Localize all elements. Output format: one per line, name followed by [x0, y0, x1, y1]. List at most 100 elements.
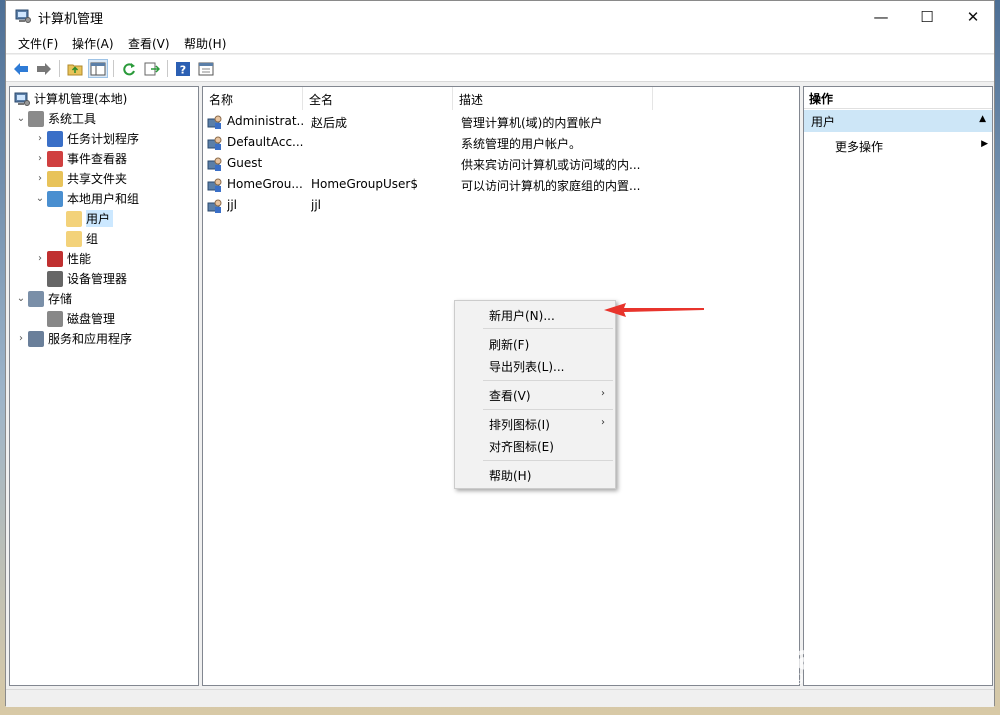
tree-item[interactable]: 磁盘管理: [33, 309, 115, 328]
tree-item[interactable]: › 事件查看器: [33, 149, 127, 168]
toolbar: ?: [6, 55, 994, 82]
tree-item[interactable]: 用户: [52, 209, 114, 228]
tree-item[interactable]: › 共享文件夹: [33, 169, 127, 188]
minimize-button[interactable]: —: [858, 1, 904, 32]
forward-button[interactable]: [34, 59, 54, 78]
help-button[interactable]: ?: [173, 59, 193, 78]
expanded-chevron-icon[interactable]: ⌄: [14, 293, 28, 304]
column-header-name[interactable]: 名称: [203, 87, 303, 110]
collapsed-chevron-icon[interactable]: ›: [14, 333, 28, 344]
tree-item-label: 本地用户和组: [67, 192, 140, 206]
menu-new-user[interactable]: 新用户(N)...: [489, 307, 555, 324]
up-level-button[interactable]: [65, 59, 85, 78]
user-description-cell: 系统管理的用户帐户。: [461, 137, 582, 151]
window-title: 计算机管理: [38, 12, 104, 27]
console-tree: 计算机管理(本地) ⌄ 系统工具 › 任务计划程序 › 事件查看器 › 共享文件夹 ⌄ 本地用户和…: [9, 86, 199, 686]
device-manager-icon: [47, 270, 63, 287]
menu-action[interactable]: 操作(A): [72, 35, 114, 52]
user-icon: [207, 199, 222, 213]
shared-folder-icon: [47, 170, 63, 187]
show-hide-tree-button[interactable]: [88, 59, 108, 78]
maximize-icon: ☐: [920, 7, 934, 26]
user-name-cell: DefaultAcc...: [227, 135, 303, 149]
tree-item[interactable]: 设备管理器: [33, 269, 127, 288]
column-name-label: 名称: [209, 93, 234, 107]
menu-help-item[interactable]: 帮助(H): [489, 467, 531, 484]
export-list-button[interactable]: [142, 59, 162, 78]
collapsed-chevron-icon[interactable]: ›: [33, 133, 47, 144]
tree-root[interactable]: 计算机管理(本地): [14, 89, 127, 108]
expanded-chevron-icon[interactable]: ⌄: [14, 113, 28, 124]
user-name-cell: HomeGrou...: [227, 177, 303, 191]
actions-section-label: 用户: [811, 115, 836, 129]
tree-item[interactable]: ⌄ 系统工具: [14, 109, 96, 128]
folder-icon: [66, 210, 82, 227]
services-icon: [28, 330, 44, 347]
actions-section-users[interactable]: 用户 ▲: [804, 110, 992, 132]
collapsed-chevron-icon[interactable]: ›: [33, 153, 47, 164]
maximize-button[interactable]: ☐: [904, 1, 950, 32]
tree-item-label: 系统工具: [48, 112, 97, 126]
table-row[interactable]: DefaultAcc... 系统管理的用户帐户。: [207, 133, 647, 153]
back-button[interactable]: [11, 59, 31, 78]
folder-up-icon: [67, 64, 83, 75]
collapsed-chevron-icon[interactable]: ›: [33, 173, 47, 184]
tree-item[interactable]: 组: [52, 229, 98, 248]
svg-text:?: ?: [180, 63, 186, 76]
forward-arrow-icon: [37, 62, 51, 75]
column-header-description[interactable]: 描述: [453, 87, 653, 110]
menu-bar: 文件(F) 操作(A) 查看(V) 帮助(H): [6, 32, 994, 54]
menu-align-icons[interactable]: 对齐图标(E): [489, 438, 554, 455]
computer-management-icon: [14, 92, 30, 106]
menu-view[interactable]: 查看(V): [489, 387, 531, 404]
table-row[interactable]: Administrat... 赵后成 管理计算机(域)的内置帐户: [207, 112, 647, 132]
user-name-cell: Guest: [227, 156, 263, 170]
menu-arrange-icons[interactable]: 排列图标(I): [489, 416, 550, 433]
menu-file[interactable]: 文件(F): [18, 35, 58, 52]
table-row[interactable]: HomeGrou... HomeGroupUser$ 可以访问计算机的家庭组的内置.…: [207, 175, 647, 195]
tree-item-label: 磁盘管理: [67, 312, 116, 326]
menu-export-list[interactable]: 导出列表(L)...: [489, 358, 565, 375]
tools-icon: [28, 110, 44, 127]
submenu-arrow-icon: ›: [601, 388, 605, 399]
user-fullname-cell: 赵后成: [311, 116, 348, 130]
expanded-chevron-icon[interactable]: ⌄: [33, 193, 47, 204]
annotation-arrow: [604, 303, 704, 317]
menu-view[interactable]: 查看(V): [128, 35, 170, 52]
more-actions-item[interactable]: 更多操作 ▶: [835, 138, 990, 155]
tree-item[interactable]: › 任务计划程序: [33, 129, 139, 148]
users-group-icon: [47, 190, 63, 207]
user-icon: [207, 136, 222, 150]
tree-item-label: 组: [86, 232, 99, 246]
menu-refresh[interactable]: 刷新(F): [489, 336, 529, 353]
user-name-cell: jjl: [227, 198, 238, 212]
user-description-cell: 管理计算机(域)的内置帐户: [461, 116, 603, 130]
console-tree-icon: [90, 62, 106, 75]
properties-button[interactable]: [196, 59, 216, 78]
actions-pane: 操作 用户 ▲ 更多操作 ▶: [803, 86, 993, 686]
actions-header: 操作: [804, 87, 992, 109]
user-icon: [207, 115, 222, 129]
table-row[interactable]: jjl jjl: [207, 196, 647, 216]
tree-item[interactable]: ⌄ 存储: [14, 289, 72, 308]
tree-item-label: 共享文件夹: [67, 172, 128, 186]
column-header-fullname[interactable]: 全名: [303, 87, 453, 110]
properties-icon: [198, 62, 214, 75]
back-arrow-icon: [14, 62, 28, 75]
computer-management-icon: [15, 9, 31, 23]
refresh-button[interactable]: [119, 59, 139, 78]
close-button[interactable]: ✕: [950, 1, 996, 32]
tree-item[interactable]: › 服务和应用程序: [14, 329, 132, 348]
minimize-icon: —: [873, 7, 889, 26]
table-row[interactable]: Guest 供来宾访问计算机或访问域的内...: [207, 154, 647, 174]
user-icon: [207, 178, 222, 192]
user-description-cell: 可以访问计算机的家庭组的内置...: [461, 179, 641, 193]
user-description-cell: 供来宾访问计算机或访问域的内...: [461, 158, 641, 172]
tree-item[interactable]: › 性能: [33, 249, 91, 268]
collapsed-chevron-icon[interactable]: ›: [33, 253, 47, 264]
tree-item[interactable]: ⌄ 本地用户和组: [33, 189, 139, 208]
disk-icon: [47, 310, 63, 327]
menu-help[interactable]: 帮助(H): [184, 35, 226, 52]
tree-root-label: 计算机管理(本地): [34, 92, 128, 106]
tree-item-label: 任务计划程序: [67, 132, 140, 146]
